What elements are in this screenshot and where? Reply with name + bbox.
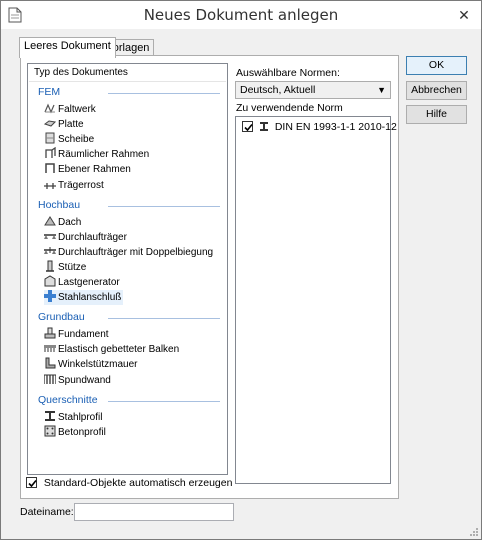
filename-input[interactable] (74, 503, 234, 521)
window-title: Neues Dokument anlegen (143, 6, 339, 24)
norm-list[interactable]: DIN EN 1993-1-1 2010-12 (235, 116, 397, 484)
list-item-label: Platte (58, 119, 84, 131)
norm-label: DIN EN 1993-1-1 2010-12 (274, 121, 397, 133)
list-item[interactable]: Durchlaufträger mit Doppelbiegung (44, 245, 213, 260)
cancel-button[interactable]: Abbrechen (406, 81, 467, 100)
used-norm-label: Zu verwendende Norm (236, 102, 343, 114)
list-item[interactable]: Winkelstützmauer (44, 357, 137, 372)
ok-button[interactable]: OK (406, 56, 467, 75)
list-item[interactable]: Stütze (44, 260, 86, 275)
doppelbiegung-icon (44, 246, 56, 254)
category-heading: Querschnitte (38, 393, 98, 406)
list-item-label: Fundament (58, 329, 109, 341)
norms-select-value: Deutsch, Aktuell (240, 84, 316, 96)
list-item-label: Spundwand (58, 374, 111, 386)
norm-checkbox[interactable] (242, 121, 253, 132)
list-item-label: Ebener Rahmen (58, 164, 131, 176)
list-item[interactable]: Stahlprofil (44, 410, 102, 425)
traegerrost-icon (44, 182, 56, 189)
category-heading: Hochbau (38, 198, 81, 211)
list-item-label: Stütze (58, 261, 87, 273)
list-item-label: Dach (58, 216, 82, 228)
list-item-label: Stahlanschluß (58, 292, 122, 304)
resize-grip-icon[interactable] (469, 527, 479, 537)
durchlauftraeger-icon (44, 233, 56, 239)
close-button[interactable]: ✕ (455, 6, 473, 24)
list-item-label: Durchlaufträger (58, 231, 127, 243)
norm-item[interactable]: DIN EN 1993-1-1 2010-12 (242, 121, 397, 133)
auto-create-checkbox[interactable] (26, 477, 37, 488)
auto-create-option[interactable]: Standard-Objekte automatisch erzeugen (26, 477, 232, 489)
spundwand-icon (44, 374, 56, 384)
ebener-rahmen-icon (45, 163, 55, 174)
tab-leeres-dokument[interactable]: Leeres Dokument (19, 37, 116, 58)
betonprofil-icon (44, 425, 56, 437)
gebetteter-balken-icon (44, 345, 56, 353)
winkelstuetzmauer-icon (45, 357, 56, 369)
list-item-label: Betonprofil (58, 426, 106, 438)
fundament-icon (44, 327, 56, 339)
stahlanschluss-icon (44, 290, 56, 303)
available-norms-label: Auswählbare Normen: (236, 67, 340, 79)
lastgenerator-icon (44, 275, 56, 287)
list-header: Typ des Dokumentes (29, 65, 226, 82)
category-divider (108, 205, 220, 207)
filename-label: Dateiname: (20, 506, 74, 518)
raeumlicher-rahmen-icon (45, 147, 56, 159)
scheibe-icon (45, 132, 55, 144)
list-item-label: Faltwerk (58, 104, 96, 115)
list-item-label: Stahlprofil (58, 411, 103, 423)
list-item[interactable]: Stahlanschluß (44, 290, 124, 306)
platte-icon (44, 120, 56, 127)
list-item[interactable]: Fundament (44, 327, 109, 342)
list-item[interactable]: Dach (44, 215, 81, 230)
list-item[interactable]: Lastgenerator (44, 275, 120, 290)
title-bar[interactable]: Neues Dokument anlegen ✕ (1, 1, 481, 29)
list-item[interactable]: Ebener Rahmen (44, 162, 131, 177)
auto-create-label: Standard-Objekte automatisch erzeugen (43, 477, 233, 489)
category-heading: FEM (38, 86, 61, 98)
stahlprofil-icon (45, 410, 55, 421)
dach-icon (44, 215, 56, 226)
list-item-label: Winkelstützmauer (58, 359, 138, 371)
list-item[interactable]: Trägerrost (44, 178, 104, 193)
document-type-list[interactable]: Typ des Dokumentes FEM Faltwerk Platte Sche… (27, 63, 228, 475)
help-button[interactable]: Hilfe (406, 105, 467, 124)
list-item[interactable]: Faltwerk (44, 102, 96, 117)
list-item[interactable]: Spundwand (44, 373, 111, 388)
category-divider (108, 93, 220, 94)
list-item[interactable]: Platte (44, 117, 84, 132)
faltwerk-icon (44, 103, 55, 114)
list-item-label: Trägerrost (58, 179, 104, 191)
list-item[interactable]: Räumlicher Rahmen (44, 147, 149, 162)
category-heading: Grundbau (38, 311, 85, 324)
dialog-window: Neues Dokument anlegen ✕ Leeres Dokument… (0, 0, 482, 540)
list-item[interactable]: Scheibe (44, 132, 94, 147)
list-item-label: Räumlicher Rahmen (58, 149, 150, 161)
steel-norm-icon (259, 122, 268, 131)
list-item[interactable]: Betonprofil (44, 425, 106, 440)
category-divider (108, 400, 220, 402)
category-divider (108, 318, 220, 320)
stuetze-icon (46, 260, 54, 272)
list-item[interactable]: Elastisch gebetteter Balken (44, 342, 179, 357)
chevron-down-icon: ▼ (377, 85, 386, 95)
list-item-label: Scheibe (58, 134, 95, 146)
list-item-label: Elastisch gebetteter Balken (58, 344, 180, 356)
list-item-label: Lastgenerator (58, 277, 120, 288)
norms-select[interactable]: Deutsch, Aktuell ▼ (235, 81, 391, 99)
list-item[interactable]: Durchlaufträger (44, 230, 127, 245)
list-item-label: Durchlaufträger mit Doppelbiegung (58, 246, 214, 258)
